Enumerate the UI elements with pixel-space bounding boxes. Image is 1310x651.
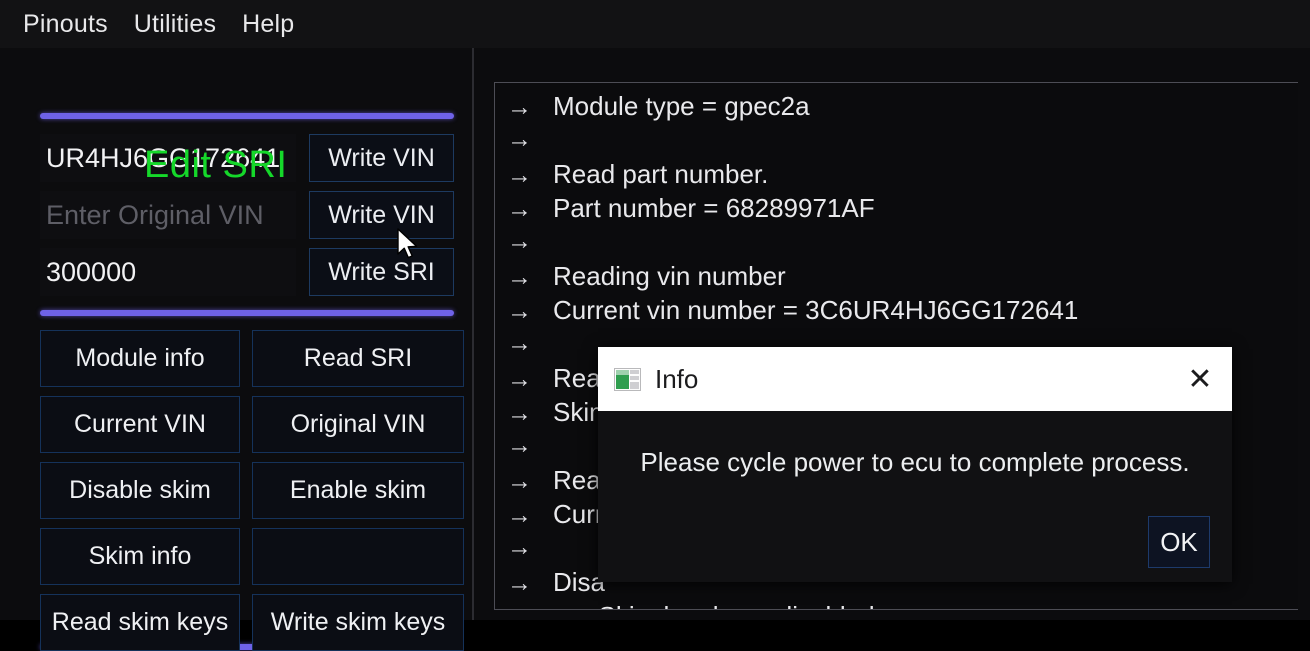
log-line-text: +++Skim has been disabled+++ (553, 601, 920, 610)
read-sri-button[interactable]: Read SRI (252, 330, 464, 387)
log-line: → (495, 125, 1298, 159)
arrow-icon: → (507, 263, 553, 292)
empty-button[interactable] (252, 528, 464, 585)
menu-item-utilities[interactable]: Utilities (121, 8, 229, 41)
arrow-icon: → (507, 195, 553, 224)
close-icon[interactable]: ✕ (1178, 357, 1222, 401)
arrow-icon: → (507, 569, 553, 598)
write-vin-button[interactable]: Write VIN (309, 134, 454, 182)
arrow-icon: → (507, 93, 553, 122)
arrow-icon: → (507, 365, 553, 394)
current-vin-field[interactable]: UR4HJ6GG172641 (40, 134, 296, 182)
disable-skim-button[interactable]: Disable skim (40, 462, 240, 519)
log-line-text: Part number = 68289971AF (553, 193, 875, 224)
ok-button[interactable]: OK (1148, 516, 1210, 568)
dialog-body: Please cycle power to ecu to complete pr… (598, 411, 1232, 582)
write-skim-keys-button[interactable]: Write skim keys (252, 594, 464, 651)
menu-bar: Pinouts Utilities Help (0, 0, 1310, 48)
arrow-icon: → (507, 329, 553, 358)
log-line-text: Read part number. (553, 159, 768, 190)
dialog-message: Please cycle power to ecu to complete pr… (598, 447, 1232, 478)
arrow-icon: → (507, 297, 553, 326)
write-sri-button[interactable]: Write SRI (309, 248, 454, 296)
arrow-icon: → (507, 431, 553, 460)
action-button-grid: Module info Read SRI Current VIN Origina… (40, 330, 464, 651)
log-line: →Current vin number = 3C6UR4HJ6GG172641 (495, 295, 1298, 329)
info-dialog: Info ✕ Please cycle power to ecu to comp… (598, 347, 1232, 582)
sri-field[interactable]: 300000 (40, 248, 296, 296)
dialog-title-bar[interactable]: Info ✕ (598, 347, 1232, 411)
current-vin-button[interactable]: Current VIN (40, 396, 240, 453)
divider-top (40, 113, 454, 119)
log-line: →Part number = 68289971AF (495, 193, 1298, 227)
write-original-vin-button[interactable]: Write VIN (309, 191, 454, 239)
log-line: →Reading vin number (495, 261, 1298, 295)
arrow-icon: → (507, 603, 553, 610)
arrow-icon: → (507, 501, 553, 530)
module-info-button[interactable]: Module info (40, 330, 240, 387)
log-line-text: Module type = gpec2a (553, 91, 810, 122)
log-line-text: Curr (553, 499, 604, 530)
divider-middle (40, 310, 454, 316)
log-line: →Read part number. (495, 159, 1298, 193)
original-vin-button[interactable]: Original VIN (252, 396, 464, 453)
original-vin-field[interactable]: Enter Original VIN (40, 191, 296, 239)
menu-item-help[interactable]: Help (229, 8, 307, 41)
arrow-icon: → (507, 467, 553, 496)
read-skim-keys-button[interactable]: Read skim keys (40, 594, 240, 651)
form-row-sri: 300000 Write SRI (40, 248, 454, 296)
enable-skim-button[interactable]: Enable skim (252, 462, 464, 519)
form-row-original-vin: Enter Original VIN Write VIN (40, 191, 454, 239)
log-line: →+++Skim has been disabled+++ (495, 601, 1298, 610)
arrow-icon: → (507, 125, 553, 154)
arrow-icon: → (507, 227, 553, 256)
arrow-icon: → (507, 533, 553, 562)
log-line: →Module type = gpec2a (495, 91, 1298, 125)
menu-item-pinouts[interactable]: Pinouts (10, 8, 121, 41)
arrow-icon: → (507, 399, 553, 428)
log-line-text: Reading vin number (553, 261, 786, 292)
window-info-icon (614, 368, 641, 391)
dialog-title: Info (655, 364, 1178, 395)
log-line: → (495, 227, 1298, 261)
arrow-icon: → (507, 161, 553, 190)
log-line-text: Current vin number = 3C6UR4HJ6GG172641 (553, 295, 1078, 326)
skim-info-button[interactable]: Skim info (40, 528, 240, 585)
form-row-current-vin: UR4HJ6GG172641 Write VIN (40, 134, 454, 182)
left-control-panel: UR4HJ6GG172641 Write VIN Enter Original … (0, 48, 472, 620)
